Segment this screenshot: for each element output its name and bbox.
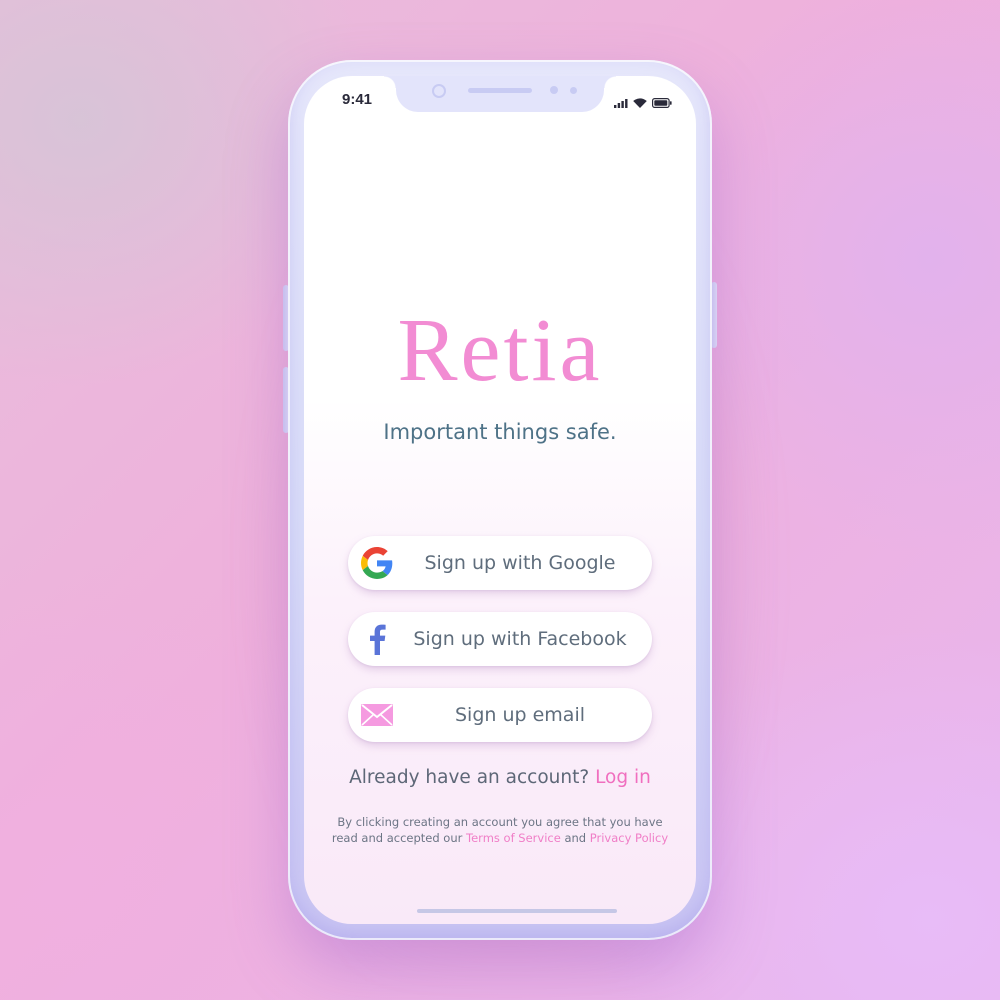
- legal-line-2-prefix: read and accepted our: [331, 831, 463, 845]
- signup-email-button[interactable]: Sign up email: [348, 688, 652, 742]
- terms-of-service-link[interactable]: Terms of Service: [466, 831, 561, 845]
- signup-google-label: Sign up with Google: [424, 552, 616, 574]
- status-bar-icons: [614, 93, 672, 112]
- legal-conjunction: and: [564, 831, 587, 845]
- camera-notch: [384, 76, 616, 112]
- ambient-light-sensor: [570, 87, 577, 94]
- signup-facebook-button[interactable]: Sign up with Facebook: [348, 612, 652, 666]
- login-link[interactable]: Log in: [595, 767, 651, 788]
- app-logo: Retia: [397, 301, 603, 400]
- signup-facebook-label: Sign up with Facebook: [413, 628, 627, 650]
- signup-email-label: Sign up email: [454, 704, 586, 726]
- status-bar-time: 9:41: [342, 91, 373, 108]
- legal-line-2: read and accepted our Terms of Service a…: [316, 830, 684, 846]
- privacy-policy-link[interactable]: Privacy Policy: [590, 831, 668, 845]
- camera-lens: [432, 84, 446, 98]
- home-indicator[interactable]: [417, 909, 617, 913]
- signup-google-button[interactable]: Sign up with Google: [348, 536, 652, 590]
- phone-screen: 9:41 Retia Important things safe. Sign u…: [304, 76, 696, 924]
- wifi-icon: [633, 93, 647, 112]
- login-prompt: Already have an account? Log in: [304, 767, 696, 788]
- legal-line-1: By clicking creating an account you agre…: [337, 815, 663, 829]
- proximity-sensor: [550, 86, 558, 94]
- earpiece-speaker: [468, 88, 532, 93]
- login-prompt-text: Already have an account?: [349, 767, 590, 788]
- cellular-signal-icon: [614, 93, 628, 112]
- app-tagline: Important things safe.: [383, 420, 617, 444]
- legal-notice: By clicking creating an account you agre…: [316, 814, 684, 846]
- battery-icon: [652, 93, 672, 112]
